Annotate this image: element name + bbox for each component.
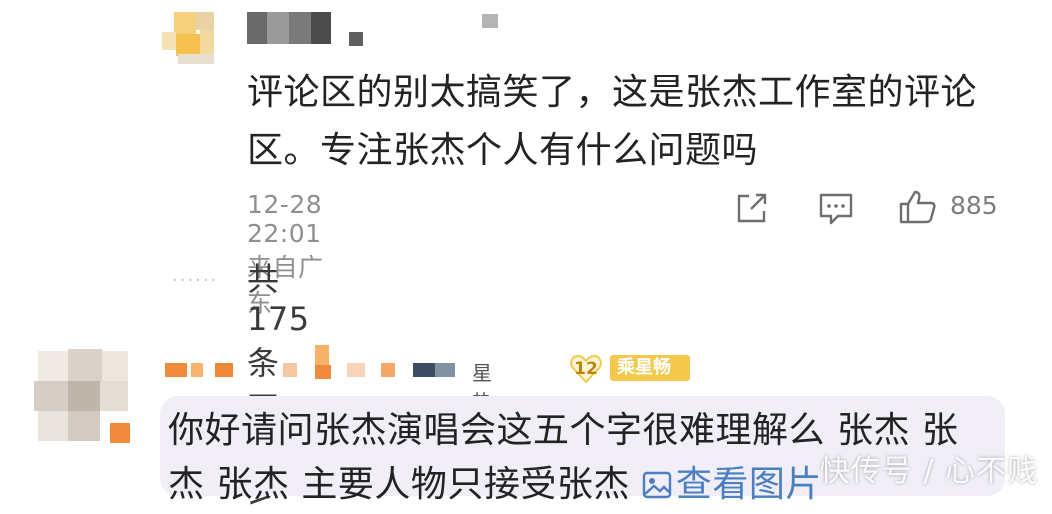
thumbs-up-icon[interactable] — [898, 189, 938, 225]
view-image-link[interactable]: 查看图片 — [642, 464, 822, 505]
reply-thread-dots: ······ — [172, 270, 219, 291]
fan-level-badge: 12 乘星畅游 — [570, 353, 690, 404]
comment-text-line: 区。专注张杰个人有什么问题吗 — [247, 130, 759, 171]
badge-level: 12 — [574, 359, 598, 379]
comment-text: 评论区的别太搞笑了，这是张杰工作室的评论 区。专注张杰个人有什么问题吗 — [247, 64, 1007, 180]
avatar[interactable] — [162, 10, 222, 68]
view-image-label[interactable]: 查看图片 — [676, 464, 822, 505]
comment-icon[interactable] — [818, 192, 854, 226]
share-icon[interactable] — [735, 192, 769, 224]
avatar[interactable] — [30, 345, 130, 445]
like-count: 885 — [950, 191, 998, 220]
timestamp: 12-28 22:01 — [247, 190, 323, 248]
comment-text-line: 评论区的别太搞笑了，这是张杰工作室的评论 — [247, 72, 978, 113]
blurred-block — [482, 14, 498, 28]
watermark: 快传号 / 心不贱 — [819, 454, 1038, 489]
username-blurred[interactable] — [247, 12, 367, 48]
comment-text-fragment: 杰 张杰 主要人物只接受张杰 — [168, 464, 642, 505]
image-icon — [642, 471, 672, 499]
username-blurred[interactable] — [165, 345, 465, 385]
badge-label: 乘星畅游 — [610, 355, 690, 404]
